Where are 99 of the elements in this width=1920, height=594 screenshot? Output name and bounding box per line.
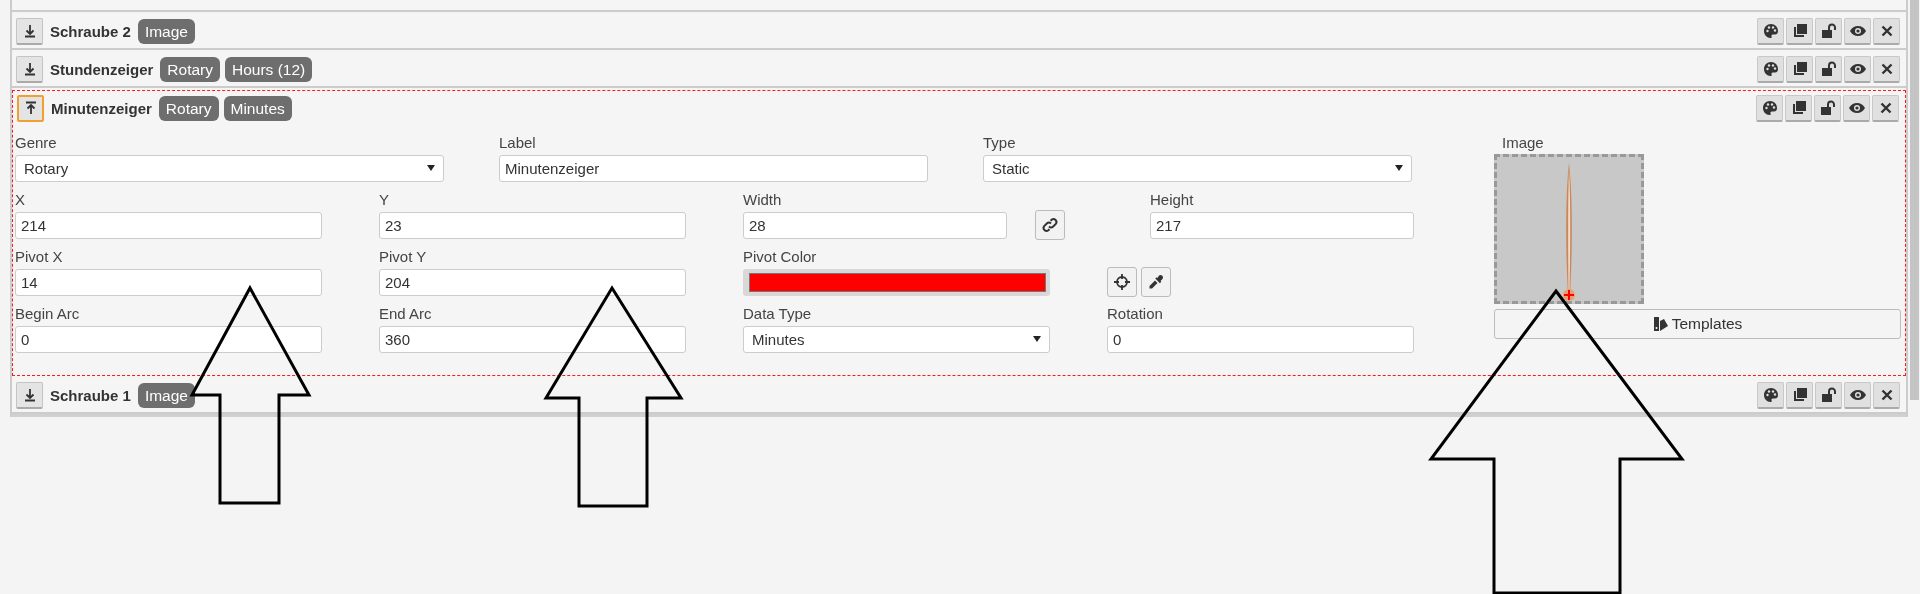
field-label: Label bbox=[499, 133, 537, 152]
collapse-button[interactable] bbox=[17, 94, 44, 122]
input-field[interactable]: 214 bbox=[15, 211, 322, 239]
field-label: Pivot X bbox=[15, 247, 64, 266]
layer-title: Schraube 2 bbox=[50, 22, 131, 40]
palette-icon bbox=[1762, 60, 1779, 77]
eye-icon bbox=[1848, 24, 1867, 37]
eye-icon bbox=[1847, 101, 1866, 114]
unlock-icon bbox=[1819, 99, 1836, 116]
color-field[interactable] bbox=[743, 268, 1050, 296]
unlock-button[interactable] bbox=[1815, 381, 1842, 409]
eyedropper-button[interactable] bbox=[1141, 267, 1171, 297]
input-field[interactable]: Minutenzeiger bbox=[499, 154, 928, 182]
tag: Rotary bbox=[158, 95, 219, 121]
eye-button[interactable] bbox=[1844, 17, 1871, 45]
field-label: Image bbox=[1501, 133, 1545, 152]
caret-icon bbox=[1395, 165, 1403, 171]
field-label: Pivot Color bbox=[743, 247, 818, 266]
input-field[interactable]: 23 bbox=[379, 211, 686, 239]
input-field[interactable]: 0 bbox=[15, 325, 322, 353]
close-icon bbox=[1879, 101, 1892, 114]
tag: Rotary bbox=[160, 56, 220, 82]
field-label: End Arc bbox=[379, 304, 433, 323]
eye-icon bbox=[1848, 62, 1867, 75]
link-button[interactable] bbox=[1035, 210, 1065, 240]
field-label: Pivot Y bbox=[379, 247, 428, 266]
unlock-icon bbox=[1820, 386, 1837, 403]
palette-icon bbox=[1762, 22, 1779, 39]
copy-button[interactable] bbox=[1786, 381, 1813, 409]
palette-icon bbox=[1762, 386, 1779, 403]
field-label: Y bbox=[379, 190, 390, 209]
field-label: Begin Arc bbox=[15, 304, 81, 323]
field-label: Height bbox=[1150, 190, 1195, 209]
palette-button[interactable] bbox=[1756, 94, 1783, 122]
field-label: Type bbox=[983, 133, 1017, 152]
copy-button[interactable] bbox=[1786, 55, 1813, 83]
copy-button[interactable] bbox=[1786, 17, 1813, 45]
close-icon bbox=[1880, 388, 1893, 401]
expand-button[interactable] bbox=[16, 55, 43, 83]
eye-button[interactable] bbox=[1844, 55, 1871, 83]
input-field[interactable]: 204 bbox=[379, 268, 686, 296]
field-label: Width bbox=[743, 190, 783, 209]
copy-icon bbox=[1791, 386, 1808, 403]
unlock-button[interactable] bbox=[1814, 94, 1841, 122]
copy-icon bbox=[1791, 22, 1808, 39]
caret-icon bbox=[1033, 336, 1041, 342]
swatchbook-icon bbox=[1652, 316, 1669, 332]
input-field[interactable]: 14 bbox=[15, 268, 322, 296]
link-icon bbox=[1042, 217, 1058, 233]
scrollbar[interactable] bbox=[1910, 0, 1919, 400]
close-icon bbox=[1880, 62, 1893, 75]
layer-title: Schraube 1 bbox=[50, 386, 131, 404]
download-icon bbox=[22, 387, 37, 402]
collapse-icon bbox=[23, 101, 38, 115]
palette-button[interactable] bbox=[1757, 55, 1784, 83]
unlock-button[interactable] bbox=[1815, 55, 1842, 83]
tag: Image bbox=[137, 382, 195, 408]
palette-button[interactable] bbox=[1757, 17, 1784, 45]
expand-button[interactable] bbox=[16, 17, 43, 45]
input-field[interactable]: 0 bbox=[1107, 325, 1414, 353]
select-field[interactable]: Static bbox=[983, 154, 1412, 182]
field-label: Genre bbox=[15, 133, 58, 152]
input-field[interactable]: 28 bbox=[743, 211, 1007, 239]
unlock-icon bbox=[1820, 60, 1837, 77]
eye-button[interactable] bbox=[1843, 94, 1870, 122]
palette-icon bbox=[1761, 99, 1778, 116]
select-field[interactable]: Rotary bbox=[15, 154, 444, 182]
eyedropper-icon bbox=[1148, 274, 1164, 290]
copy-button[interactable] bbox=[1785, 94, 1812, 122]
palette-button[interactable] bbox=[1757, 381, 1784, 409]
copy-icon bbox=[1790, 99, 1807, 116]
unlock-button[interactable] bbox=[1815, 17, 1842, 45]
close-button[interactable] bbox=[1873, 55, 1900, 83]
field-label: Rotation bbox=[1107, 304, 1164, 323]
close-button[interactable] bbox=[1872, 94, 1899, 122]
close-icon bbox=[1880, 24, 1893, 37]
input-field[interactable]: 360 bbox=[379, 325, 686, 353]
select-field[interactable]: Minutes bbox=[743, 325, 1050, 353]
tag: Minutes bbox=[223, 95, 292, 121]
tag: Image bbox=[137, 18, 195, 44]
download-icon bbox=[22, 61, 37, 76]
close-button[interactable] bbox=[1873, 17, 1900, 45]
eye-icon bbox=[1848, 388, 1867, 401]
expand-button[interactable] bbox=[16, 381, 43, 409]
layer-title: Minutenzeiger bbox=[51, 99, 152, 117]
crosshair-icon bbox=[1114, 274, 1130, 290]
input-field[interactable]: 217 bbox=[1150, 211, 1414, 239]
tag: Hours (12) bbox=[225, 56, 313, 82]
field-label: X bbox=[15, 190, 26, 209]
eye-button[interactable] bbox=[1844, 381, 1871, 409]
templates-button[interactable]: Templates bbox=[1494, 309, 1901, 339]
copy-icon bbox=[1791, 60, 1808, 77]
field-label: Data Type bbox=[743, 304, 813, 323]
caret-icon bbox=[427, 165, 435, 171]
close-button[interactable] bbox=[1873, 381, 1900, 409]
crosshair-button[interactable] bbox=[1107, 267, 1137, 297]
download-icon bbox=[22, 23, 37, 38]
layer-title: Stundenzeiger bbox=[50, 60, 154, 78]
unlock-icon bbox=[1820, 22, 1837, 39]
